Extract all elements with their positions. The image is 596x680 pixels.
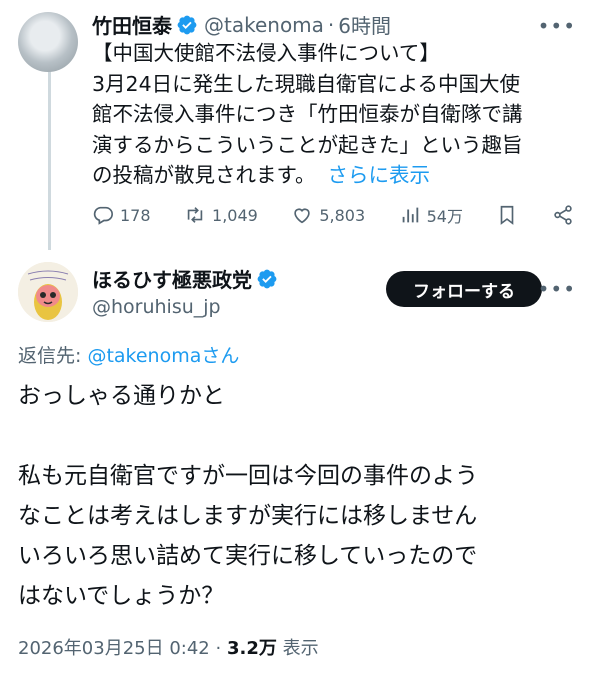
- avatar-illustration: [18, 262, 78, 322]
- tweet-line: 演するからこういうことが起きた」という趣旨: [92, 132, 523, 157]
- parent-tweet[interactable]: 竹田恒泰 @takenoma · 6時間 ••• 【中国大使館不法侵入事件につい…: [0, 0, 596, 250]
- meta-separator: ·: [215, 638, 222, 659]
- follow-button[interactable]: フォローする: [386, 271, 542, 307]
- reply-to-prefix: 返信先:: [18, 345, 88, 367]
- reply-text: おっしゃる通りかと 私も元自衛官ですが一回は今回の事件のよう なことは考えはしま…: [18, 376, 582, 616]
- post-time[interactable]: 6時間: [338, 10, 391, 39]
- avatar[interactable]: [18, 12, 78, 72]
- bookmark-button[interactable]: [496, 204, 518, 226]
- tweet-line-last: の投稿が散見されます。 さらに表示: [92, 160, 578, 191]
- tweet-line: 3月24日に発生した現職自衛官による中国大使: [92, 71, 521, 96]
- reply-line: 私も元自衛官ですが一回は今回の事件のよう: [18, 463, 478, 489]
- tweet-line: の投稿が散見されます。: [92, 163, 316, 187]
- share-button[interactable]: [552, 204, 574, 226]
- views-icon: [402, 207, 418, 223]
- timestamp[interactable]: 2026年03月25日 0:42: [18, 638, 210, 659]
- action-bar: 178 1,049 5,803 54万: [92, 203, 574, 227]
- more-icon[interactable]: •••: [538, 14, 576, 38]
- author-name[interactable]: ほるひす極悪政党: [92, 264, 252, 293]
- reply-count: 178: [120, 205, 151, 225]
- like-count: 5,803: [319, 205, 366, 225]
- retweet-count: 1,049: [212, 205, 258, 225]
- reply-button[interactable]: 178: [92, 204, 151, 226]
- tweet-meta: 2026年03月25日 0:42 · 3.2万 表示: [18, 634, 319, 660]
- show-more-link[interactable]: さらに表示: [327, 163, 430, 187]
- views-count: 3.2万: [226, 638, 277, 659]
- reply-line: はないでしょうか？: [18, 583, 225, 609]
- author-name[interactable]: 竹田恒泰: [92, 10, 172, 39]
- verified-badge-icon: [177, 15, 197, 34]
- reply-to-mention[interactable]: @takenomaさん: [87, 345, 239, 367]
- verified-badge-icon: [257, 269, 277, 288]
- reply-line: いろいろ思い詰めて実行に移していったので: [18, 543, 478, 569]
- avatar[interactable]: [18, 262, 78, 322]
- tweet-line: 【中国大使館不法侵入事件について】: [92, 41, 440, 65]
- bookmark-icon: [501, 205, 514, 225]
- share-icon: [554, 205, 572, 225]
- header-separator: ·: [327, 12, 335, 37]
- reply-line: なことは考えはしますが実行には移しません: [18, 503, 478, 529]
- tweet-header: 竹田恒泰 @takenoma · 6時間: [92, 10, 391, 39]
- reply-to-line: 返信先: @takenomaさん: [18, 341, 239, 368]
- tweet-line: 館不法侵入事件につき「竹田恒泰が自衛隊で講: [92, 102, 523, 126]
- retweet-icon: [187, 207, 203, 223]
- author-handle[interactable]: @takenoma: [204, 13, 324, 37]
- reply-header: ほるひす極悪政党: [92, 264, 284, 293]
- views-button[interactable]: 54万: [399, 203, 463, 227]
- author-handle[interactable]: @horuhisu_jp: [92, 296, 221, 318]
- retweet-button[interactable]: 1,049: [184, 204, 258, 226]
- more-icon[interactable]: •••: [538, 277, 576, 301]
- like-button[interactable]: 5,803: [291, 204, 365, 226]
- views-label: 表示: [282, 638, 319, 659]
- reply-line: おっしゃる通りかと: [18, 383, 225, 409]
- tweet-text: 【中国大使館不法侵入事件について】 3月24日に発生した現職自衛官による中国大使…: [92, 38, 578, 191]
- reply-icon: [93, 206, 113, 225]
- like-icon: [294, 208, 311, 224]
- views-count: 54万: [426, 207, 463, 226]
